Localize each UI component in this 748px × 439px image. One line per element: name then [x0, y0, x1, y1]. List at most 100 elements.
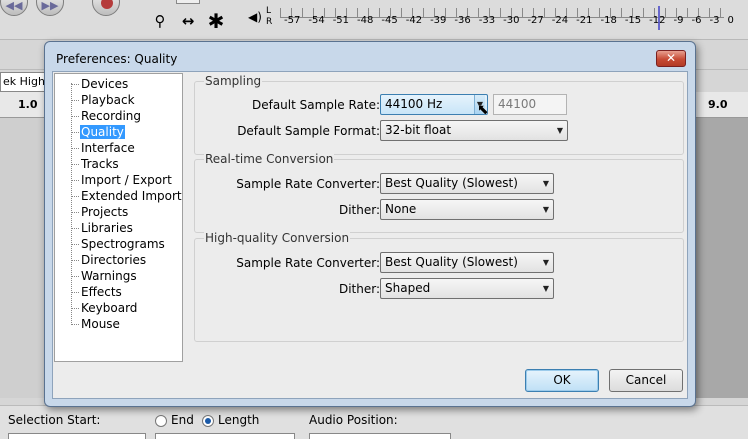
sampling-group [194, 81, 684, 155]
tree-connector [71, 324, 79, 325]
tree-connector [71, 308, 79, 309]
meter-scale-label: -39 [430, 15, 447, 26]
sampling-title: Sampling [204, 74, 263, 88]
nav-item-keyboard[interactable]: Keyboard [80, 301, 138, 315]
tree-connector [71, 100, 79, 101]
meter-scale-label: -6 [691, 15, 702, 26]
preferences-dialog: Preferences: Quality ✕ Devices Playback Re… [44, 41, 696, 407]
meter-scale-label: -42 [405, 15, 423, 26]
meter-scale-label: -21 [576, 15, 593, 26]
selection-start-label: Selection Start: [8, 413, 101, 427]
realtime-converter-label: Sample Rate Converter: [236, 177, 380, 191]
meter-scale-label: -9 [673, 15, 684, 26]
sample-format-label: Default Sample Format: [237, 124, 380, 138]
highquality-conversion-title: High-quality Conversion [204, 231, 351, 245]
meter-scale-label: -18 [600, 15, 617, 26]
meter-left-label: L [266, 6, 272, 16]
highquality-converter-value: Best Quality (Slowest) [385, 255, 518, 269]
meter-scale-label: -36 [454, 15, 471, 26]
length-radio[interactable] [202, 415, 214, 427]
ruler-label-end: 9.0 [708, 98, 728, 111]
preferences-category-tree: Devices Playback Recording Quality Interface… [54, 73, 183, 362]
nav-item-interface[interactable]: Interface [80, 141, 136, 155]
meter-scale-label: -51 [332, 15, 350, 26]
tree-connector [71, 132, 79, 133]
tree-connector [71, 84, 79, 85]
nav-item-directories[interactable]: Directories [80, 253, 147, 267]
nav-item-projects[interactable]: Projects [80, 205, 129, 219]
quality-panel: Sampling Real-time Conversion High-quali… [191, 73, 687, 361]
ruler-label-start: 1.0 [18, 98, 38, 111]
tree-connector [71, 180, 79, 181]
highquality-converter-label: Sample Rate Converter: [236, 256, 380, 270]
chevron-down-icon: ▼ [542, 205, 549, 214]
tree-connector [71, 148, 79, 149]
nav-item-playback[interactable]: Playback [80, 93, 136, 107]
nav-item-import-export[interactable]: Import / Export [80, 173, 173, 187]
record-button[interactable] [92, 0, 120, 16]
end-radio[interactable] [155, 415, 167, 427]
tree-connector [71, 260, 79, 261]
meter-scale-label: -30 [503, 15, 520, 26]
selection-length-field[interactable] [155, 433, 295, 439]
highquality-converter-combo[interactable]: Best Quality (Slowest) ▼ [380, 252, 554, 273]
nav-item-recording[interactable]: Recording [80, 109, 142, 123]
audio-position-field[interactable] [309, 433, 451, 439]
tree-connector [71, 228, 79, 229]
nav-item-libraries[interactable]: Libraries [80, 221, 134, 235]
selection-tool-button[interactable] [176, 0, 200, 4]
realtime-conversion-group [194, 159, 684, 233]
nav-item-extended-import[interactable]: Extended Import [80, 189, 183, 203]
realtime-converter-combo[interactable]: Best Quality (Slowest) ▼ [380, 173, 554, 194]
tree-connector [71, 83, 72, 323]
nav-item-quality[interactable]: Quality [80, 125, 125, 139]
skip-end-icon: ▶▶ [41, 0, 59, 12]
highquality-dither-value: Shaped [385, 281, 431, 295]
sample-format-value: 32-bit float [385, 123, 452, 137]
tree-connector [71, 244, 79, 245]
close-button[interactable]: ✕ [656, 50, 686, 67]
skip-end-button[interactable]: ▶▶ [36, 0, 64, 16]
realtime-dither-label: Dither: [338, 203, 380, 217]
sample-rate-combo[interactable]: 44100 Hz ▼ [380, 94, 488, 115]
skip-start-button[interactable]: ◀◀ [0, 0, 28, 16]
custom-sample-rate-field[interactable]: 44100 [493, 94, 567, 115]
ok-button[interactable]: OK [525, 369, 599, 392]
nav-item-tracks[interactable]: Tracks [80, 157, 120, 171]
mouse-cursor-icon: ⬉ [477, 102, 489, 118]
cancel-button[interactable]: Cancel [609, 369, 683, 392]
meter-right-label: R [266, 17, 273, 27]
nav-item-warnings[interactable]: Warnings [80, 269, 138, 283]
length-radio-label: Length [218, 413, 260, 427]
selection-start-field[interactable] [8, 433, 146, 439]
tree-connector [71, 276, 79, 277]
realtime-dither-value: None [385, 202, 417, 216]
meter-scale-label: -15 [624, 15, 642, 26]
time-shift-tool-button[interactable]: ↔ [176, 10, 200, 32]
nav-item-devices[interactable]: Devices [80, 77, 129, 91]
close-icon: ✕ [665, 51, 677, 65]
zoom-tool-button[interactable]: ⚲ [148, 10, 172, 32]
meter-scale-label: 0 [727, 15, 734, 26]
project-quality-combo[interactable]: ek High I [0, 72, 46, 92]
chevron-down-icon: ▼ [542, 179, 549, 188]
meter-scale: -57 -54 -51 -48 -45 -42 -39 -36 -33 -30 -27 -24 -21-… [284, 15, 734, 26]
meter-scale-label: -24 [551, 15, 569, 26]
record-icon [101, 0, 113, 9]
multi-tool-button[interactable]: ✱ [204, 10, 228, 32]
track-control-panel[interactable] [0, 118, 46, 398]
realtime-dither-combo[interactable]: None ▼ [380, 199, 554, 220]
meter-scale-label: -48 [357, 15, 374, 26]
nav-item-spectrograms[interactable]: Spectrograms [80, 237, 166, 251]
sample-rate-value: 44100 Hz [385, 97, 443, 111]
nav-item-mouse[interactable]: Mouse [80, 317, 121, 331]
magnifier-icon: ⚲ [154, 12, 166, 30]
double-arrow-icon: ↔ [181, 12, 195, 30]
chevron-down-icon: ▼ [556, 126, 563, 135]
sample-format-combo[interactable]: 32-bit float ▼ [380, 120, 568, 141]
highquality-dither-combo[interactable]: Shaped ▼ [380, 278, 554, 299]
realtime-conversion-title: Real-time Conversion [204, 152, 335, 166]
nav-item-effects[interactable]: Effects [80, 285, 123, 299]
tree-connector [71, 292, 79, 293]
tree-connector [71, 212, 79, 213]
